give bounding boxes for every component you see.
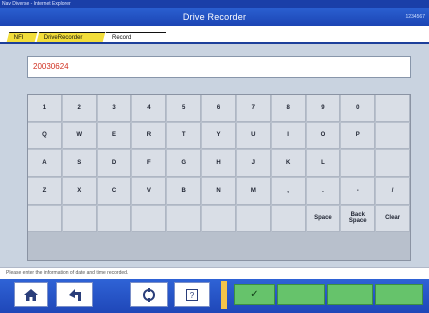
help-button[interactable]: ? — [174, 282, 210, 307]
key-backminusspace[interactable]: Back Space — [341, 205, 376, 233]
key-minus[interactable]: - — [341, 177, 376, 205]
key-blank — [28, 205, 62, 233]
home-button[interactable] — [14, 282, 48, 307]
tab-record[interactable]: Record — [106, 32, 166, 42]
tab-nfi[interactable]: NFI — [6, 32, 38, 42]
key-space[interactable]: Space — [306, 205, 341, 233]
bottom-toolbar: ? ✓ — [0, 279, 429, 313]
ok-button[interactable]: ✓ — [234, 284, 275, 305]
key-blank — [202, 205, 236, 233]
main-panel: 20030624 1234567890 QWERTYUIOP ASDFGHJKL ZX… — [0, 44, 429, 267]
key-m[interactable]: M — [236, 177, 271, 205]
key-k[interactable]: K — [271, 150, 306, 177]
key-8[interactable]: 8 — [271, 95, 306, 122]
key-5[interactable]: 5 — [167, 95, 202, 122]
key-a[interactable]: A — [28, 150, 62, 177]
key-4[interactable]: 4 — [132, 95, 167, 122]
key-z[interactable]: Z — [28, 177, 62, 205]
function-key-2[interactable] — [277, 284, 325, 305]
key-u[interactable]: U — [236, 122, 271, 150]
key-3[interactable]: 3 — [97, 95, 132, 122]
key-r[interactable]: R — [132, 122, 167, 150]
key-slash[interactable]: / — [376, 177, 410, 205]
tab-drive-recorder[interactable]: DriveRecorder — [36, 32, 106, 42]
key-clear[interactable]: Clear — [376, 205, 410, 233]
key-y[interactable]: Y — [202, 122, 236, 150]
key-6[interactable]: 6 — [202, 95, 236, 122]
key-w[interactable]: W — [62, 122, 97, 150]
entry-field[interactable]: 20030624 — [27, 56, 411, 78]
header-tag: 1234567 — [405, 14, 425, 20]
key-2[interactable]: 2 — [62, 95, 97, 122]
home-icon — [24, 288, 38, 301]
onscreen-keyboard: 1 2 3 4 5 6 7 8 9 0 Q W E R T Y U I O P A S D F G H J K L Z X C V B N M,. - /… — [27, 94, 411, 261]
key-f[interactable]: F — [132, 150, 167, 177]
app-header: Drive Recorder 1234567 — [0, 8, 429, 26]
key-0[interactable]: 0 — [341, 95, 376, 122]
page-title: Drive Recorder — [182, 12, 247, 22]
key-j[interactable]: J — [236, 150, 271, 177]
key-s[interactable]: S — [62, 150, 97, 177]
key-p[interactable]: P — [341, 122, 376, 150]
key-q[interactable]: Q — [28, 122, 62, 150]
key-blank — [97, 205, 132, 233]
key-comma[interactable]: , — [271, 177, 306, 205]
key-blank — [236, 205, 271, 233]
key-9[interactable]: 9 — [306, 95, 341, 122]
toolbar-divider — [221, 281, 227, 309]
key-period[interactable]: . — [306, 177, 341, 205]
key-blank — [167, 205, 202, 233]
key-e[interactable]: E — [97, 122, 132, 150]
key-o[interactable]: O — [306, 122, 341, 150]
help-icon: ? — [186, 288, 198, 301]
key-c[interactable]: C — [97, 177, 132, 205]
back-icon — [68, 288, 81, 301]
checkmark-icon: ✓ — [250, 289, 259, 300]
key-1[interactable]: 1 — [28, 95, 62, 122]
key-7[interactable]: 7 — [236, 95, 271, 122]
window-titlebar: Nav Diverse - Internet Explorer — [0, 0, 429, 8]
key-t[interactable]: T — [167, 122, 202, 150]
key-h[interactable]: H — [202, 150, 236, 177]
key-blank — [271, 205, 306, 233]
back-button[interactable] — [56, 282, 93, 307]
key-n[interactable]: N — [202, 177, 236, 205]
key-blank — [341, 150, 376, 177]
key-blank — [132, 205, 167, 233]
key-i[interactable]: I — [271, 122, 306, 150]
key-blank — [376, 95, 410, 122]
window-title: Nav Diverse - Internet Explorer — [2, 1, 71, 7]
key-blank — [62, 205, 97, 233]
key-x[interactable]: X — [62, 177, 97, 205]
key-v[interactable]: V — [132, 177, 167, 205]
function-key-4[interactable] — [375, 284, 423, 305]
key-blank — [376, 150, 410, 177]
key-b[interactable]: B — [167, 177, 202, 205]
key-d[interactable]: D — [97, 150, 132, 177]
unit-button[interactable] — [130, 282, 168, 307]
function-key-3[interactable] — [327, 284, 373, 305]
key-blank — [376, 122, 410, 150]
breadcrumb-tabs: NFI DriveRecorder Record — [0, 26, 429, 44]
svg-text:?: ? — [190, 291, 195, 300]
key-l[interactable]: L — [306, 150, 341, 177]
status-message: Please enter the information of date and… — [0, 267, 429, 279]
unit-icon — [143, 287, 155, 302]
key-g[interactable]: G — [167, 150, 202, 177]
